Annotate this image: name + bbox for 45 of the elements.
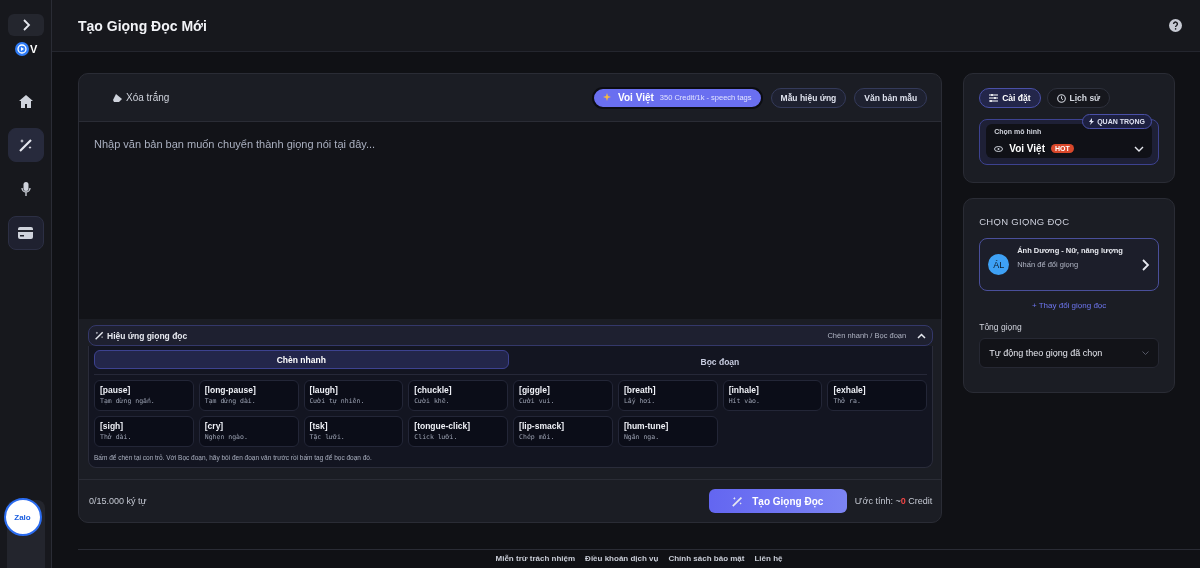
lightning-icon bbox=[1089, 118, 1095, 125]
help-icon[interactable] bbox=[1169, 19, 1182, 32]
chevron-right-icon bbox=[20, 19, 31, 31]
clear-button[interactable]: Xóa trắng bbox=[113, 92, 170, 103]
chevron-down-icon bbox=[1134, 145, 1144, 152]
toolbar-button[interactable]: Mẫu hiệu ứng bbox=[770, 87, 847, 108]
chevron-down-icon bbox=[1142, 351, 1149, 355]
magic-wand-icon bbox=[95, 331, 104, 340]
change-voice-link[interactable]: + Thay đổi giọng đọc bbox=[979, 301, 1159, 310]
logo-text: V bbox=[30, 43, 38, 55]
logo-icon bbox=[15, 42, 29, 56]
nav-item[interactable] bbox=[7, 216, 44, 250]
eraser-icon bbox=[113, 93, 122, 102]
nav-item[interactable] bbox=[7, 128, 44, 162]
section-heading: CHỌN GIỌNG ĐỌC bbox=[979, 216, 1071, 227]
microphone-icon[interactable] bbox=[20, 182, 31, 196]
sidebar-toggle-button[interactable] bbox=[7, 14, 44, 36]
page-title: Tạo Giọng Đọc Mới bbox=[78, 17, 207, 34]
magic-wand-icon[interactable] bbox=[18, 138, 33, 152]
footer-link[interactable]: Điều khoản dịch vụ bbox=[585, 554, 659, 563]
effects-tab[interactable]: Chèn nhanh bbox=[94, 350, 509, 369]
effects-tab[interactable]: Bọc đoạn bbox=[512, 352, 928, 371]
avatar: ÁL bbox=[988, 254, 1010, 275]
eye-icon bbox=[994, 145, 1004, 152]
home-icon[interactable] bbox=[18, 94, 33, 108]
settings-tab[interactable]: Cài đặt bbox=[979, 88, 1041, 108]
sparkle-icon bbox=[603, 93, 613, 102]
sliders-icon bbox=[989, 94, 999, 102]
effects-title: Hiệu ứng giọng đọc bbox=[107, 330, 188, 341]
chevron-right-icon bbox=[1140, 258, 1150, 271]
credit-card-icon[interactable] bbox=[18, 227, 33, 239]
settings-tab[interactable]: Lịch sử bbox=[1046, 88, 1111, 108]
magic-wand-icon bbox=[732, 495, 744, 507]
tone-select[interactable]: Tự động theo giọng đã chọn bbox=[979, 338, 1159, 368]
footer-link[interactable]: Chính sách bảo mật bbox=[668, 554, 745, 563]
text-input[interactable]: Nhập văn bản bạn muốn chuyển thành giọng nói tại đây... bbox=[79, 122, 942, 319]
tone-label: Tông giọng bbox=[979, 322, 1023, 332]
chat-button[interactable]: Zalo bbox=[3, 498, 42, 536]
generate-button[interactable]: Tạo Giọng Đọc bbox=[708, 489, 847, 513]
credit-estimate: Ước tính: ~0 Credit bbox=[854, 496, 933, 506]
footer-link[interactable]: Miễn trừ trách nhiệm bbox=[495, 554, 576, 563]
clock-icon bbox=[1056, 93, 1066, 103]
toolbar-button[interactable]: Văn bản mẫu bbox=[854, 87, 928, 108]
footer-link[interactable]: Liên hệ bbox=[754, 554, 783, 563]
character-count: 0/15.000 ký tự bbox=[89, 496, 147, 506]
